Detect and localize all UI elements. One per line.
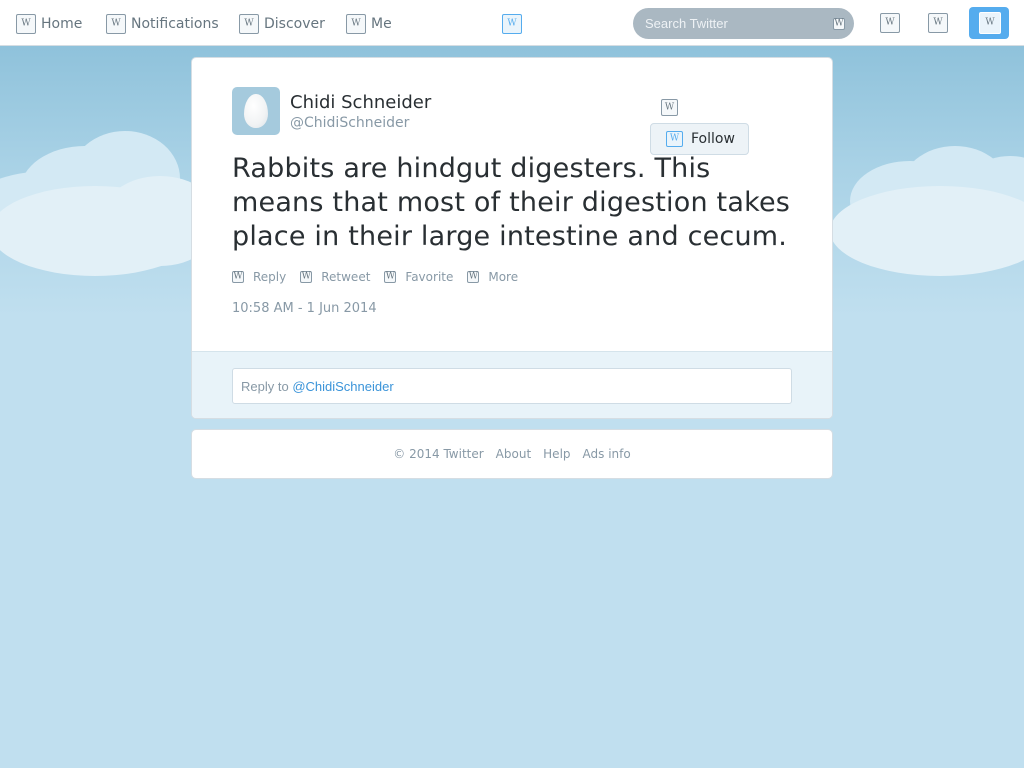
discover-icon [239, 14, 259, 34]
reply-mention: @ChidiSchneider [292, 379, 394, 394]
tweet-actions: Reply Retweet Favorite More [232, 270, 532, 284]
notifications-icon [106, 14, 126, 34]
reply-icon [232, 271, 244, 283]
user-dropdown-icon[interactable] [661, 99, 678, 116]
avatar[interactable] [232, 87, 280, 135]
nav-notifications-label: Notifications [131, 16, 219, 32]
nav-home-label: Home [41, 16, 83, 32]
search-input[interactable] [645, 8, 825, 39]
follow-button[interactable]: Follow [650, 123, 749, 155]
footer-help-link[interactable]: Help [543, 447, 570, 461]
reply-label: Reply [253, 270, 287, 284]
footer-ads-info-link[interactable]: Ads info [583, 447, 631, 461]
retweet-icon [300, 271, 313, 283]
reply-prefix: Reply to [241, 379, 293, 394]
reply-action[interactable]: Reply [232, 270, 286, 284]
search-box[interactable] [633, 8, 854, 39]
follow-person-icon [666, 131, 683, 147]
retweet-label: Retweet [321, 270, 371, 284]
reply-area: Reply to @ChidiSchneider [192, 351, 832, 418]
direct-messages-icon[interactable] [880, 13, 900, 33]
footer: © 2014 Twitter About Help Ads info [191, 429, 833, 479]
favorite-label: Favorite [405, 270, 454, 284]
nav-me[interactable]: Me [346, 13, 392, 35]
more-dots-icon [467, 271, 480, 283]
me-icon [346, 14, 366, 34]
tweet-text: Rabbits are hindgut digesters. This mean… [232, 153, 791, 252]
footer-copyright: © 2014 Twitter [393, 447, 484, 461]
nav-notifications[interactable]: Notifications [106, 13, 219, 35]
favorite-action[interactable]: Favorite [384, 270, 453, 284]
nav-discover-label: Discover [264, 16, 325, 32]
search-icon[interactable] [833, 18, 845, 30]
favorite-star-icon [384, 271, 397, 283]
nav-discover[interactable]: Discover [239, 13, 325, 35]
more-label: More [488, 270, 519, 284]
nav-me-label: Me [371, 16, 392, 32]
top-navigation-bar: Home Notifications Discover Me [0, 0, 1024, 46]
default-egg-avatar-icon [244, 94, 268, 128]
footer-about-link[interactable]: About [496, 447, 531, 461]
user-screenname[interactable]: @ChidiSchneider [290, 115, 409, 131]
reply-input[interactable]: Reply to @ChidiSchneider [232, 368, 792, 404]
tweet-timestamp[interactable]: 10:58 AM - 1 Jun 2014 [232, 301, 377, 316]
settings-icon[interactable] [928, 13, 948, 33]
more-action[interactable]: More [467, 270, 518, 284]
compose-tweet-icon [979, 12, 1001, 34]
nav-home[interactable]: Home [16, 13, 82, 35]
user-fullname[interactable]: Chidi Schneider [290, 92, 431, 113]
twitter-bird-logo-icon[interactable] [502, 14, 522, 34]
home-icon [16, 14, 36, 34]
permalink-tweet-card: Chidi Schneider @ChidiSchneider Follow R… [191, 57, 833, 419]
retweet-action[interactable]: Retweet [300, 270, 370, 284]
follow-button-label: Follow [691, 131, 735, 147]
compose-tweet-button[interactable] [969, 7, 1009, 39]
